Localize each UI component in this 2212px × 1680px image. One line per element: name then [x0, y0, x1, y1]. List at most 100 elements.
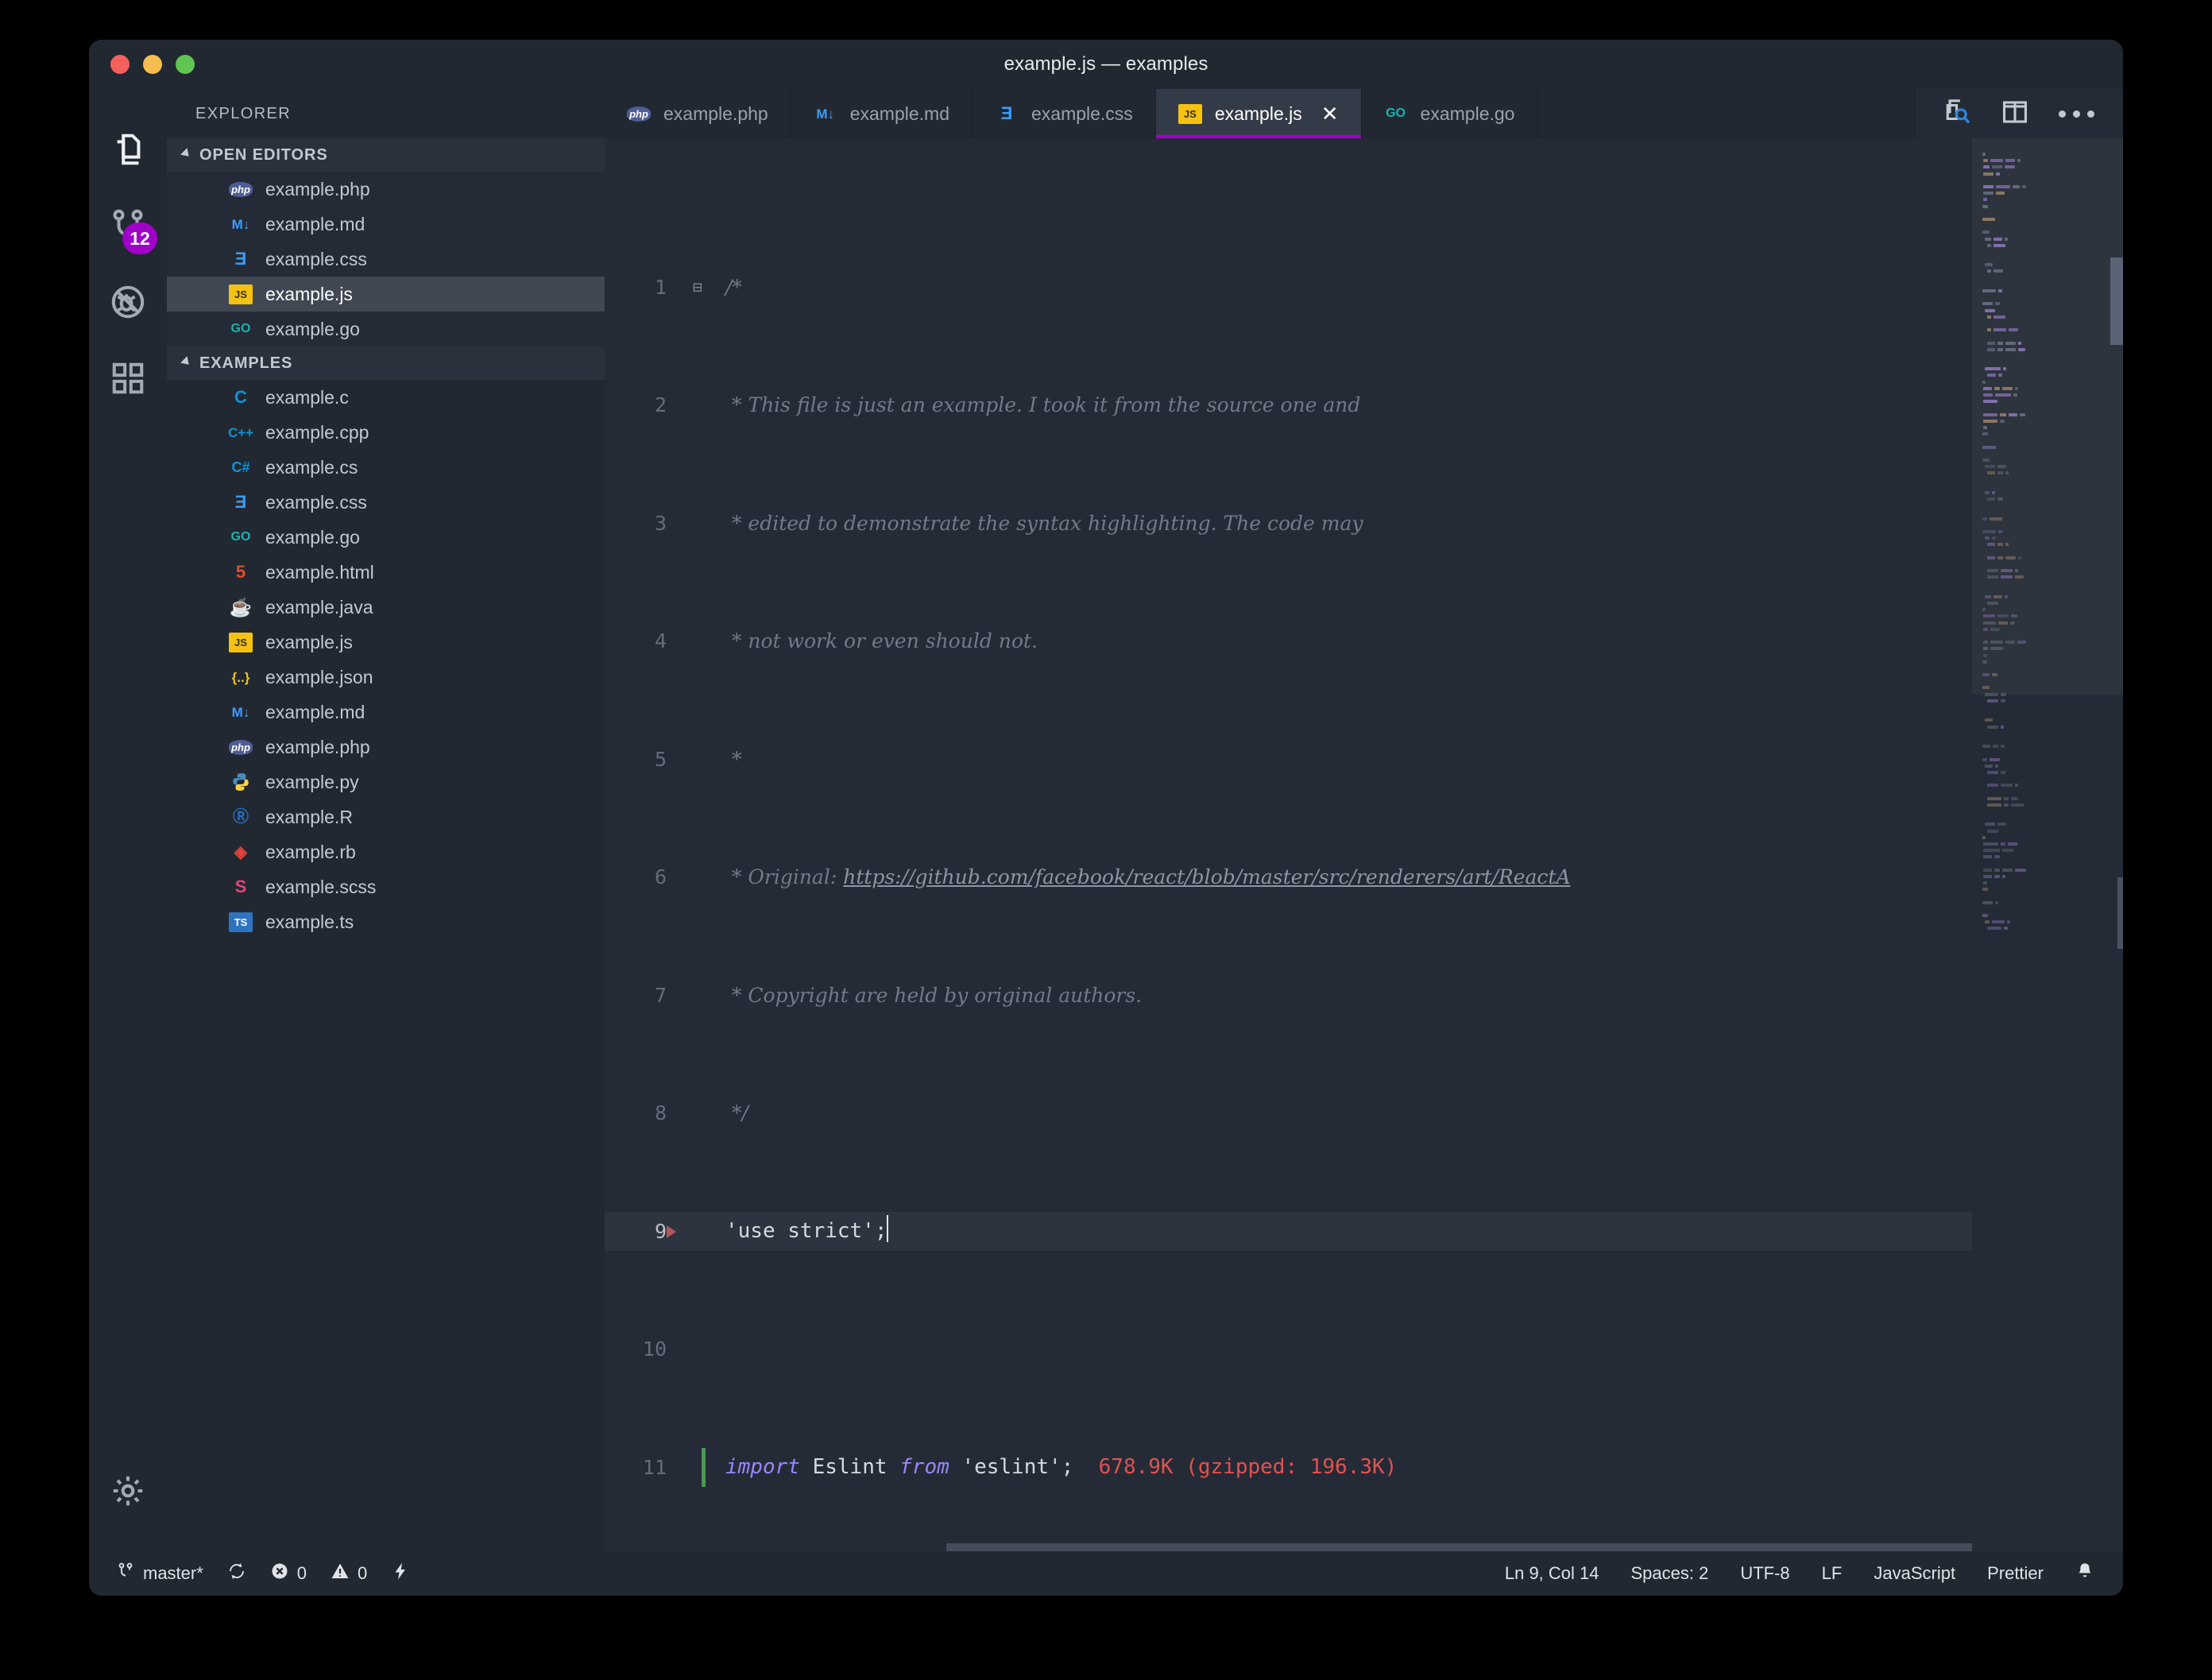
ellipsis-icon[interactable]: [2059, 110, 2094, 118]
minimap-line: [1980, 652, 2117, 658]
file-item-py[interactable]: example.py: [167, 765, 605, 799]
chevron-down-icon: [180, 148, 192, 161]
zoom-window-button[interactable]: [176, 55, 195, 74]
close-window-button[interactable]: [110, 55, 130, 74]
file-item-rb[interactable]: ◈ example.rb: [167, 834, 605, 869]
minimap-line: [1980, 418, 2117, 424]
code-editor[interactable]: 1 ⊟/* 2 * This file is just an example. I…: [605, 138, 2123, 1551]
php-icon: php: [229, 739, 253, 755]
file-item-go[interactable]: GO example.go: [167, 520, 605, 555]
minimap-content: [1980, 151, 2117, 932]
activity-bar-item-explorer[interactable]: [89, 113, 167, 189]
status-language-mode[interactable]: JavaScript: [1874, 1563, 1955, 1584]
status-cursor-position[interactable]: Ln 9, Col 14: [1505, 1563, 1599, 1584]
minimap-line: [1980, 854, 2117, 860]
minimap-line: [1980, 157, 2117, 164]
split-editor-icon[interactable]: [2001, 99, 2028, 130]
minimize-window-button[interactable]: [143, 55, 162, 74]
minimap-line: [1980, 210, 2117, 216]
minimap-scrollbar[interactable]: [2110, 257, 2123, 345]
status-errors[interactable]: 0: [270, 1562, 307, 1585]
file-item-r[interactable]: Ⓡ example.R: [167, 799, 605, 834]
breakpoint-icon[interactable]: [667, 1225, 676, 1238]
status-indentation[interactable]: Spaces: 2: [1631, 1563, 1709, 1584]
status-sync[interactable]: [227, 1562, 246, 1585]
open-editor-item-js[interactable]: JS example.js: [167, 277, 605, 312]
php-icon: php: [229, 181, 253, 197]
minimap-line: [1980, 606, 2117, 613]
status-formatter[interactable]: Prettier: [1987, 1563, 2044, 1584]
open-editor-item-css[interactable]: Ǝ example.css: [167, 242, 605, 277]
minimap-line: [1980, 613, 2117, 619]
code-line: 7 * Copyright are held by original autho…: [654, 983, 1143, 1007]
file-item-css[interactable]: Ǝ example.css: [167, 485, 605, 520]
minimap-line: [1980, 261, 2117, 268]
activity-bar-item-run-and-debug[interactable]: [89, 265, 167, 342]
r-icon: Ⓡ: [233, 808, 249, 826]
file-item-json[interactable]: {..} example.json: [167, 660, 605, 695]
file-item-c[interactable]: C example.c: [167, 380, 605, 415]
tab-example-js[interactable]: JS example.js ✕: [1155, 89, 1362, 138]
tab-example-md[interactable]: M↓ example.md: [791, 89, 973, 138]
cpp-icon: C++: [227, 424, 254, 440]
status-notifications[interactable]: [2075, 1562, 2094, 1585]
minimap-line: [1980, 288, 2117, 294]
minimap-line: [1980, 470, 2117, 476]
minimap-line: [1980, 912, 2117, 919]
sidebar-section-examples[interactable]: EXAMPLES: [167, 346, 605, 380]
status-encoding[interactable]: UTF-8: [1740, 1563, 1789, 1584]
open-editor-item-go[interactable]: GO example.go: [167, 312, 605, 346]
javascript-icon: JS: [1178, 103, 1202, 124]
html-icon: 5: [235, 562, 246, 582]
status-bar: master* 0 0 Ln 9, Col 14 Spaces: 2 UTF-8…: [89, 1551, 2123, 1596]
sidebar: EXPLORER OPEN EDITORS php example.php M↓…: [167, 89, 605, 1551]
file-item-php[interactable]: php example.php: [167, 730, 605, 765]
file-item-cs[interactable]: C# example.cs: [167, 450, 605, 485]
minimap-line: [1980, 867, 2117, 873]
status-warnings[interactable]: 0: [331, 1562, 367, 1585]
minimap-line: [1980, 691, 2117, 698]
activity-bar-item-source-control[interactable]: 12: [89, 189, 167, 265]
minimap-line: [1980, 229, 2117, 235]
status-eol[interactable]: LF: [1822, 1563, 1843, 1584]
horizontal-scrollbar[interactable]: [946, 1543, 1972, 1551]
minimap-line: [1980, 177, 2117, 184]
preview-icon[interactable]: [1944, 99, 1971, 130]
file-item-ts[interactable]: TS example.ts: [167, 904, 605, 939]
minimap-line: [1980, 587, 2117, 594]
minimap-line: [1980, 659, 2117, 665]
file-item-md[interactable]: M↓ example.md: [167, 695, 605, 730]
open-editors-list: php example.php M↓ example.md Ǝ example.…: [167, 172, 605, 346]
minimap-line: [1980, 281, 2117, 288]
file-item-java[interactable]: ☕ example.java: [167, 590, 605, 625]
lightning-icon: [391, 1562, 410, 1585]
file-item-html[interactable]: 5 example.html: [167, 555, 605, 590]
close-icon[interactable]: ✕: [1321, 102, 1339, 126]
tab-example-php[interactable]: php example.php: [605, 89, 791, 138]
editor-group: php example.php M↓ example.md Ǝ example.…: [605, 89, 2123, 1551]
file-item-js[interactable]: JS example.js: [167, 625, 605, 660]
open-editor-item-md[interactable]: M↓ example.md: [167, 207, 605, 242]
activity-bar-item-extensions[interactable]: [89, 342, 167, 418]
minimap[interactable]: [1972, 138, 2123, 1551]
minimap-line: [1980, 892, 2117, 899]
tab-example-go[interactable]: GO example.go: [1361, 89, 1538, 138]
desktop-background: example.js — examples 12 EXPLORER OPEN E…: [0, 0, 2212, 1680]
comment-link[interactable]: https://github.com/facebook/react/blob/m…: [843, 865, 1570, 888]
file-item-cpp[interactable]: C++ example.cpp: [167, 415, 605, 450]
file-label: example.php: [265, 736, 370, 757]
minimap-line: [1980, 841, 2117, 847]
minimap-line: [1980, 873, 2117, 880]
status-lightning[interactable]: [391, 1562, 410, 1585]
file-item-scss[interactable]: S example.scss: [167, 869, 605, 904]
code-line: 5 *: [654, 747, 742, 771]
minimap-line: [1980, 639, 2117, 645]
file-label: example.cpp: [265, 421, 369, 443]
status-git-branch[interactable]: master*: [116, 1562, 203, 1585]
code-scroll-region[interactable]: 1 ⊟/* 2 * This file is just an example. I…: [605, 138, 1972, 1551]
activity-bar-item-manage[interactable]: [89, 1454, 167, 1531]
sidebar-section-open-editors[interactable]: OPEN EDITORS: [167, 138, 605, 172]
minimap-line: [1980, 327, 2117, 333]
tab-example-css[interactable]: Ǝ example.css: [972, 89, 1156, 138]
open-editor-item-php[interactable]: php example.php: [167, 172, 605, 207]
